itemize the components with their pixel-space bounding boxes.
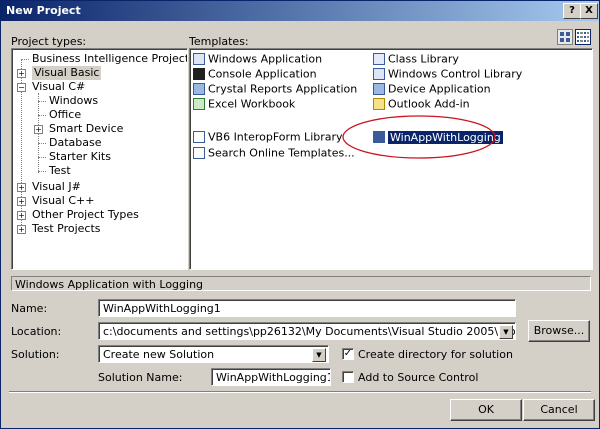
windows-control-library-icon <box>373 68 385 80</box>
template-device-application[interactable]: Device Application <box>373 81 491 96</box>
solution-label: Solution: <box>11 348 60 361</box>
title-bar: New Project ? X <box>1 1 599 21</box>
tree-item-other-project-types[interactable]: Other Project Types <box>32 208 139 222</box>
tree-item-visual-csharp[interactable]: Visual C# <box>32 80 85 94</box>
template-outlook-addin[interactable]: Outlook Add-in <box>373 96 470 111</box>
template-vb6-interop[interactable]: VB6 InteropForm Library <box>193 129 343 144</box>
location-dropdown-arrow-icon[interactable]: ▼ <box>499 325 513 339</box>
template-crystal-reports[interactable]: Crystal Reports Application <box>193 81 357 96</box>
ok-button[interactable]: OK <box>450 399 522 421</box>
tree-item-starter-kits[interactable]: Starter Kits <box>49 150 111 164</box>
crystal-reports-icon <box>193 83 205 95</box>
solution-value: Create new Solution <box>103 348 215 361</box>
expand-other-project-types-icon[interactable]: + <box>17 211 26 220</box>
templates-label: Templates: <box>189 35 249 48</box>
expand-smart-device-icon[interactable]: + <box>34 125 43 134</box>
tree-item-database[interactable]: Database <box>49 136 102 150</box>
template-search-online[interactable]: Search Online Templates... <box>193 145 355 160</box>
templates-list[interactable]: Windows Application Console Application … <box>189 48 593 270</box>
class-library-icon <box>373 53 385 65</box>
tree-item-office[interactable]: Office <box>49 108 81 122</box>
custom-template-icon <box>373 131 385 143</box>
tree-item-smart-device[interactable]: Smart Device <box>49 122 123 136</box>
tree-item-visual-cpp[interactable]: Visual C++ <box>32 194 94 208</box>
template-description: Windows Application with Logging <box>11 276 591 291</box>
new-project-dialog: New Project ? X Project types: Templates… <box>0 0 600 429</box>
solution-name-field[interactable]: WinAppWithLogging1 <box>211 368 331 386</box>
tree-item-test-projects[interactable]: Test Projects <box>32 222 101 236</box>
tree-item-visual-basic[interactable]: Visual Basic <box>32 66 102 80</box>
browse-button[interactable]: Browse... <box>528 320 590 342</box>
template-class-library[interactable]: Class Library <box>373 51 459 66</box>
small-icons-view-icon[interactable] <box>575 29 591 45</box>
template-windows-application[interactable]: Windows Application <box>193 51 322 66</box>
expand-visual-basic-icon[interactable]: + <box>17 69 26 78</box>
vb6-interop-icon <box>193 131 205 143</box>
create-directory-label: Create directory for solution <box>358 348 513 361</box>
expand-test-projects-icon[interactable]: + <box>17 225 26 234</box>
large-icons-view-icon[interactable] <box>557 29 573 45</box>
close-button[interactable]: X <box>580 3 598 19</box>
expand-visual-cpp-icon[interactable]: + <box>17 197 26 206</box>
cancel-button[interactable]: Cancel <box>523 399 595 421</box>
template-windows-control-library[interactable]: Windows Control Library <box>373 66 522 81</box>
window-title: New Project <box>6 4 81 17</box>
outlook-addin-icon <box>373 98 385 110</box>
tree-item-test-sub[interactable]: Test <box>49 164 71 178</box>
tree-item-business-intelligence[interactable]: Business Intelligence Projects <box>32 52 187 66</box>
tree-item-visual-jsharp[interactable]: Visual J# <box>32 180 81 194</box>
project-types-tree[interactable]: Business Intelligence Projects + Visual … <box>11 48 188 270</box>
project-types-label: Project types: <box>11 35 87 48</box>
solution-dropdown-arrow-icon[interactable]: ▼ <box>312 348 326 362</box>
template-custom-selected[interactable]: WinAppWithLogging <box>373 129 503 144</box>
solution-name-label: Solution Name: <box>98 371 183 384</box>
template-console-application[interactable]: Console Application <box>193 66 317 81</box>
divider <box>9 391 591 393</box>
help-button[interactable]: ? <box>563 3 581 19</box>
location-combo[interactable]: c:\documents and settings\pp26132\My Doc… <box>98 322 516 340</box>
windows-application-icon <box>193 53 205 65</box>
add-source-control-checkbox[interactable] <box>342 371 354 383</box>
excel-workbook-icon <box>193 98 205 110</box>
collapse-visual-csharp-icon[interactable]: − <box>17 83 26 92</box>
solution-combo[interactable]: Create new Solution ▼ <box>98 345 329 363</box>
device-application-icon <box>373 83 385 95</box>
template-excel-workbook[interactable]: Excel Workbook <box>193 96 295 111</box>
name-field[interactable]: WinAppWithLogging1 <box>98 299 516 317</box>
search-online-icon <box>193 147 205 159</box>
add-source-control-label: Add to Source Control <box>358 371 479 384</box>
tree-item-windows[interactable]: Windows <box>49 94 98 108</box>
name-label: Name: <box>11 302 48 315</box>
create-directory-checkbox[interactable]: ✓ <box>342 348 354 360</box>
console-application-icon <box>193 68 205 80</box>
expand-visual-jsharp-icon[interactable]: + <box>17 183 26 192</box>
location-value: c:\documents and settings\pp26132\My Doc… <box>103 325 516 338</box>
location-label: Location: <box>11 325 62 338</box>
